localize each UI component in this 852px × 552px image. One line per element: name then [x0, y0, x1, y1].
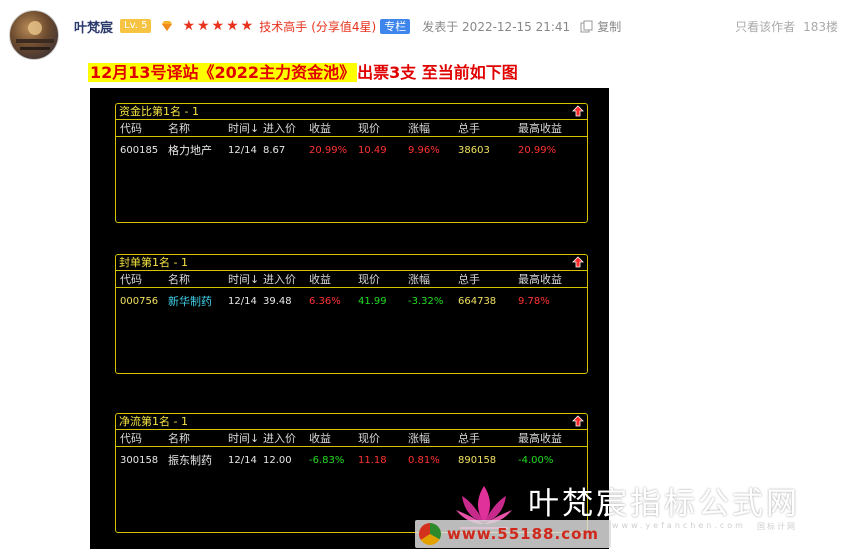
- site-watermark: www.55188.com: [415, 520, 611, 548]
- rank-score: (分享值4星): [311, 19, 377, 34]
- column-header[interactable]: 涨幅: [408, 272, 430, 287]
- column-header[interactable]: 进入价: [263, 272, 296, 287]
- entry-time: 12/14: [228, 296, 257, 307]
- column-header[interactable]: 名称: [168, 272, 190, 287]
- copy-icon[interactable]: [580, 20, 593, 33]
- column-badge[interactable]: 专栏: [380, 18, 411, 34]
- post-card: 叶梵宸 Lv. 5 ★★★★★ 技术高手 (分享值4星) 专栏 发表于 2022…: [0, 0, 852, 552]
- arrow-up-icon: [572, 415, 584, 427]
- column-header[interactable]: 时间↓: [228, 272, 259, 287]
- stock-code: 600185: [120, 145, 159, 156]
- column-header[interactable]: 最高收益: [518, 272, 562, 287]
- max-profit: -4.00%: [518, 455, 554, 466]
- rank-title: 技术高手: [259, 19, 308, 34]
- post-headline: 12月13号译站《2022主力资金池》 出票3支 至当前如下图: [88, 61, 518, 85]
- watermark-sub: 国标计网: [757, 522, 797, 531]
- site-watermark-text: www.55188.com: [447, 525, 600, 543]
- post-timestamp: 发表于 2022-12-15 21:41: [422, 19, 571, 34]
- column-header[interactable]: 现价: [358, 431, 380, 446]
- column-header[interactable]: 代码: [120, 431, 142, 446]
- grid-title: 资金比第1名 - 1: [116, 104, 587, 120]
- avatar-shelf: [16, 39, 54, 43]
- entry-price: 12.00: [263, 455, 292, 466]
- profit: 6.36%: [309, 296, 341, 307]
- watermark-brand: 叶梵宸指标公式网: [528, 486, 800, 522]
- grid-header: 代码 名称 时间↓ 进入价 收益 现价 涨幅 总手 最高收益: [116, 121, 587, 137]
- current-price: 10.49: [358, 145, 387, 156]
- column-header[interactable]: 收益: [309, 272, 331, 287]
- column-header[interactable]: 名称: [168, 431, 190, 446]
- diamond-icon: [162, 21, 173, 31]
- grid-header: 代码 名称 时间↓ 进入价 收益 现价 涨幅 总手 最高收益: [116, 272, 587, 288]
- grid-title: 封单第1名 - 1: [116, 255, 587, 271]
- floor-number: 183楼: [803, 19, 838, 34]
- avatar-glow: [28, 21, 42, 35]
- volume: 664738: [458, 296, 497, 307]
- column-header[interactable]: 最高收益: [518, 431, 562, 446]
- column-header[interactable]: 收益: [309, 431, 331, 446]
- change-pct: 9.96%: [408, 145, 440, 156]
- grid-header: 代码 名称 时间↓ 进入价 收益 现价 涨幅 总手 最高收益: [116, 431, 587, 447]
- profit: -6.83%: [309, 455, 345, 466]
- current-price: 41.99: [358, 296, 387, 307]
- entry-time: 12/14: [228, 145, 257, 156]
- column-header[interactable]: 代码: [120, 272, 142, 287]
- column-header[interactable]: 总手: [458, 121, 480, 136]
- column-header[interactable]: 现价: [358, 272, 380, 287]
- column-header[interactable]: 时间↓: [228, 431, 259, 446]
- column-header[interactable]: 现价: [358, 121, 380, 136]
- column-header[interactable]: 涨幅: [408, 121, 430, 136]
- avatar-shelf: [20, 47, 50, 50]
- volume: 890158: [458, 455, 497, 466]
- column-header[interactable]: 名称: [168, 121, 190, 136]
- change-pct: 0.81%: [408, 455, 440, 466]
- stock-grid-net-flow: 净流第1名 - 1 代码 名称 时间↓ 进入价 收益 现价 涨幅 总手 最高收益…: [115, 413, 588, 533]
- level-badge: Lv. 5: [120, 19, 152, 33]
- arrow-up-icon: [572, 256, 584, 268]
- entry-price: 39.48: [263, 296, 292, 307]
- column-header[interactable]: 进入价: [263, 431, 296, 446]
- arrow-up-icon: [572, 105, 584, 117]
- stock-code: 000756: [120, 296, 159, 307]
- column-header[interactable]: 收益: [309, 121, 331, 136]
- column-header[interactable]: 进入价: [263, 121, 296, 136]
- rating-stars: ★★★★★: [182, 18, 256, 34]
- grid-title: 净流第1名 - 1: [116, 414, 587, 430]
- stock-grid-seal-order: 封单第1名 - 1 代码 名称 时间↓ 进入价 收益 现价 涨幅 总手 最高收益…: [115, 254, 588, 374]
- headline-rest: 出票3支 至当前如下图: [357, 63, 518, 82]
- entry-time: 12/14: [228, 455, 257, 466]
- entry-price: 8.67: [263, 145, 286, 156]
- watermark-url: www.yefanchen.com: [612, 521, 746, 530]
- max-profit: 20.99%: [518, 145, 557, 156]
- copy-button[interactable]: 复制: [597, 18, 621, 35]
- volume: 38603: [458, 145, 490, 156]
- post-meta-right: 只看该作者 183楼: [735, 16, 838, 36]
- column-header[interactable]: 时间↓: [228, 121, 259, 136]
- stock-grid-capital-ratio: 资金比第1名 - 1 代码 名称 时间↓ 进入价 收益 现价 涨幅 总手 最高收…: [115, 103, 588, 223]
- max-profit: 9.78%: [518, 296, 550, 307]
- author-only-link[interactable]: 只看该作者: [735, 18, 795, 35]
- column-header[interactable]: 代码: [120, 121, 142, 136]
- headline-highlight: 12月13号译站《2022主力资金池》: [88, 63, 358, 82]
- stock-name: 新华制药: [168, 295, 212, 308]
- current-price: 11.18: [358, 455, 387, 466]
- column-header[interactable]: 总手: [458, 431, 480, 446]
- column-header[interactable]: 总手: [458, 272, 480, 287]
- profit: 20.99%: [309, 145, 348, 156]
- site-logo-icon: [419, 523, 441, 545]
- stock-code: 300158: [120, 455, 159, 466]
- avatar[interactable]: [9, 10, 59, 60]
- column-header[interactable]: 涨幅: [408, 431, 430, 446]
- change-pct: -3.32%: [408, 296, 444, 307]
- username-link[interactable]: 叶梵宸: [74, 17, 113, 36]
- post-header: 叶梵宸 Lv. 5 ★★★★★ 技术高手 (分享值4星) 专栏 发表于 2022…: [74, 16, 621, 36]
- stock-name: 振东制药: [168, 454, 212, 467]
- column-header[interactable]: 最高收益: [518, 121, 562, 136]
- stock-name: 格力地产: [168, 144, 212, 157]
